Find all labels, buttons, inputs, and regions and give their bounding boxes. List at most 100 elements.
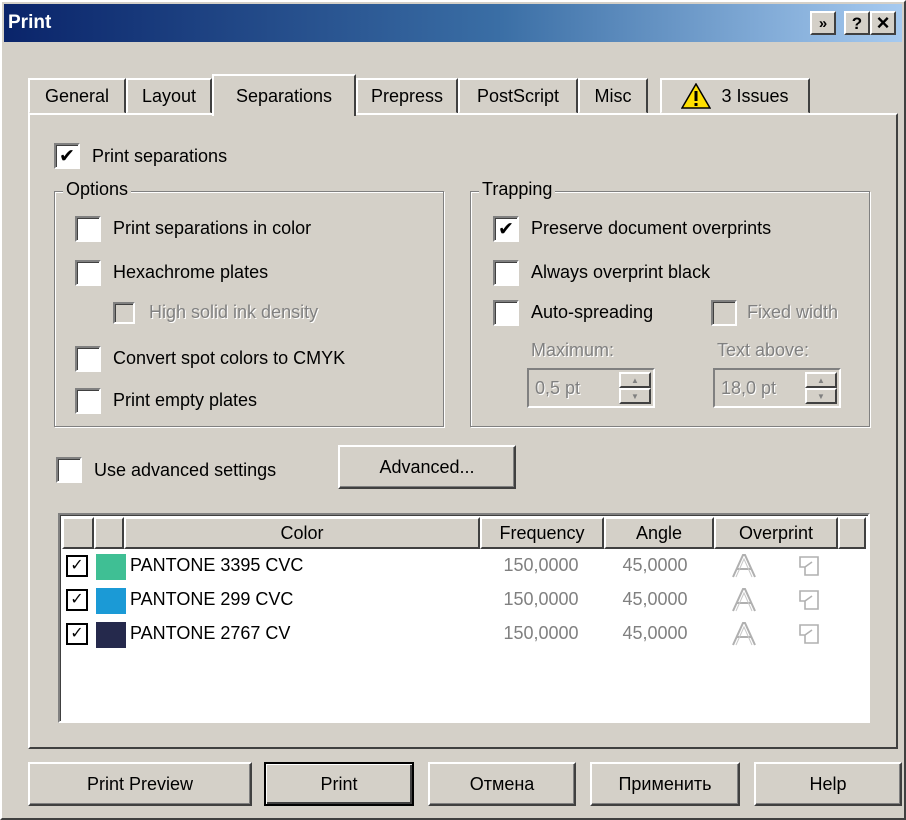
table-row[interactable]: ✓ PANTONE 2767 CV 150,0000 45,0000 (62, 619, 866, 651)
trapping-group: Trapping ✔ Preserve document overprints … (470, 179, 870, 427)
frequency-value: 150,0000 (503, 589, 579, 609)
header-angle-label: Angle (635, 522, 683, 543)
print-separations-checkbox[interactable]: ✔ (54, 143, 80, 169)
tab-separations[interactable]: Separations (212, 74, 356, 116)
maximum-spinner[interactable]: 0,5 pt ▲ ▼ (527, 368, 655, 408)
question-icon: ? (851, 13, 863, 33)
header-swatch[interactable] (94, 517, 124, 549)
color-swatch (96, 588, 126, 614)
maximum-label: Maximum: (531, 340, 615, 360)
overprint-text-icon[interactable] (730, 620, 758, 648)
angle-value: 45,0000 (622, 555, 688, 575)
header-frequency[interactable]: Frequency (480, 517, 604, 549)
auto-spreading-label: Auto-spreading (531, 302, 654, 322)
angle-value: 45,0000 (622, 589, 688, 609)
spin-up-icon[interactable]: ▲ (805, 372, 837, 388)
checkmark-icon: ✓ (70, 591, 84, 608)
use-advanced-checkbox[interactable] (56, 457, 82, 483)
color-name: PANTONE 3395 CVC (130, 555, 304, 575)
tab-label: Layout (141, 85, 197, 106)
tab-layout[interactable]: Layout (126, 78, 212, 114)
spin-up-icon[interactable]: ▲ (619, 372, 651, 388)
preserve-overprints-checkbox[interactable]: ✔ (493, 216, 519, 242)
overprint-text-icon[interactable] (730, 552, 758, 580)
color-swatch (96, 554, 126, 580)
spin-down-icon[interactable]: ▼ (805, 388, 837, 404)
tab-misc[interactable]: Misc (578, 78, 648, 114)
print-in-color-checkbox[interactable] (75, 216, 101, 242)
tab-label: 3 Issues (721, 85, 789, 106)
table-row[interactable]: ✓ PANTONE 3395 CVC 150,0000 45,0000 (62, 551, 866, 583)
text-above-label: Text above: (717, 340, 810, 360)
print-button[interactable]: Print (264, 762, 414, 806)
window-title: Print (8, 12, 52, 33)
use-advanced-label: Use advanced settings (94, 460, 277, 480)
close-icon: × (876, 10, 890, 35)
spin-down-icon[interactable]: ▼ (619, 388, 651, 404)
checkmark-icon: ✔ (498, 218, 514, 240)
header-check[interactable] (62, 517, 94, 549)
advanced-button[interactable]: Advanced... (338, 445, 516, 489)
overprint-text-icon[interactable] (730, 586, 758, 614)
frequency-value: 150,0000 (503, 623, 579, 643)
auto-spreading-checkbox[interactable] (493, 300, 519, 326)
help-button[interactable]: ? (844, 11, 870, 35)
overprint-graphic-icon[interactable] (796, 587, 822, 613)
hexachrome-checkbox[interactable] (75, 260, 101, 286)
tab-general[interactable]: General (28, 78, 126, 114)
header-filler (838, 517, 866, 549)
tab-issues[interactable]: 3 Issues (660, 78, 810, 114)
high-solid-ink-checkbox[interactable] (113, 302, 135, 324)
help-button-footer[interactable]: Help (754, 762, 902, 806)
screen-button[interactable]: » (810, 11, 836, 35)
header-overprint[interactable]: Overprint (714, 517, 838, 549)
text-above-value: 18,0 pt (721, 378, 777, 398)
print-dialog: Print » ? × General Layout Separations P… (0, 0, 906, 820)
tab-label: Prepress (370, 85, 444, 106)
overprint-graphic-icon[interactable] (796, 621, 822, 647)
trapping-group-title: Trapping (479, 179, 556, 200)
fixed-width-label: Fixed width (747, 302, 839, 322)
overprint-black-checkbox[interactable] (493, 260, 519, 286)
checkmark-icon: ✔ (59, 145, 75, 167)
tab-prepress[interactable]: Prepress (356, 78, 458, 114)
tab-label: PostScript (476, 85, 560, 106)
table-row[interactable]: ✓ PANTONE 299 CVC 150,0000 45,0000 (62, 585, 866, 617)
color-swatch (96, 622, 126, 648)
color-list[interactable]: Color Frequency Angle Overprint ✓ PANTON… (58, 513, 870, 723)
convert-spot-checkbox[interactable] (75, 346, 101, 372)
tab-label: Misc (594, 85, 632, 106)
tab-label: General (44, 85, 110, 106)
maximum-spinner-arrows: ▲ ▼ (619, 372, 651, 404)
apply-button[interactable]: Применить (590, 762, 740, 806)
cancel-button[interactable]: Отмена (428, 762, 576, 806)
print-separations-label: Print separations (92, 146, 228, 166)
separations-panel: ✔ Print separations Options Print separa… (28, 113, 898, 749)
color-name: PANTONE 299 CVC (130, 589, 294, 609)
text-above-spinner[interactable]: 18,0 pt ▲ ▼ (713, 368, 841, 408)
convert-spot-label: Convert spot colors to CMYK (113, 348, 346, 368)
header-color[interactable]: Color (124, 517, 480, 549)
print-empty-plates-label: Print empty plates (113, 390, 258, 410)
warning-icon (681, 82, 712, 109)
options-group-title: Options (63, 179, 132, 200)
tab-postscript[interactable]: PostScript (458, 78, 578, 114)
row-checkbox[interactable]: ✓ (66, 555, 88, 577)
row-checkbox[interactable]: ✓ (66, 623, 88, 645)
checkmark-icon: ✓ (70, 557, 84, 574)
options-group: Options Print separations in color Hexac… (54, 179, 444, 427)
text-above-spinner-arrows: ▲ ▼ (805, 372, 837, 404)
fast-forward-icon: » (818, 14, 828, 32)
high-solid-ink-label: High solid ink density (149, 302, 319, 322)
close-button[interactable]: × (870, 11, 896, 35)
print-preview-button[interactable]: Print Preview (28, 762, 252, 806)
overprint-graphic-icon[interactable] (796, 553, 822, 579)
print-empty-plates-checkbox[interactable] (75, 388, 101, 414)
fixed-width-checkbox[interactable] (711, 300, 737, 326)
frequency-value: 150,0000 (503, 555, 579, 575)
header-angle[interactable]: Angle (604, 517, 714, 549)
print-in-color-label: Print separations in color (113, 218, 312, 238)
checkmark-icon: ✓ (70, 625, 84, 642)
title-bar[interactable]: Print » ? × (4, 4, 902, 42)
row-checkbox[interactable]: ✓ (66, 589, 88, 611)
